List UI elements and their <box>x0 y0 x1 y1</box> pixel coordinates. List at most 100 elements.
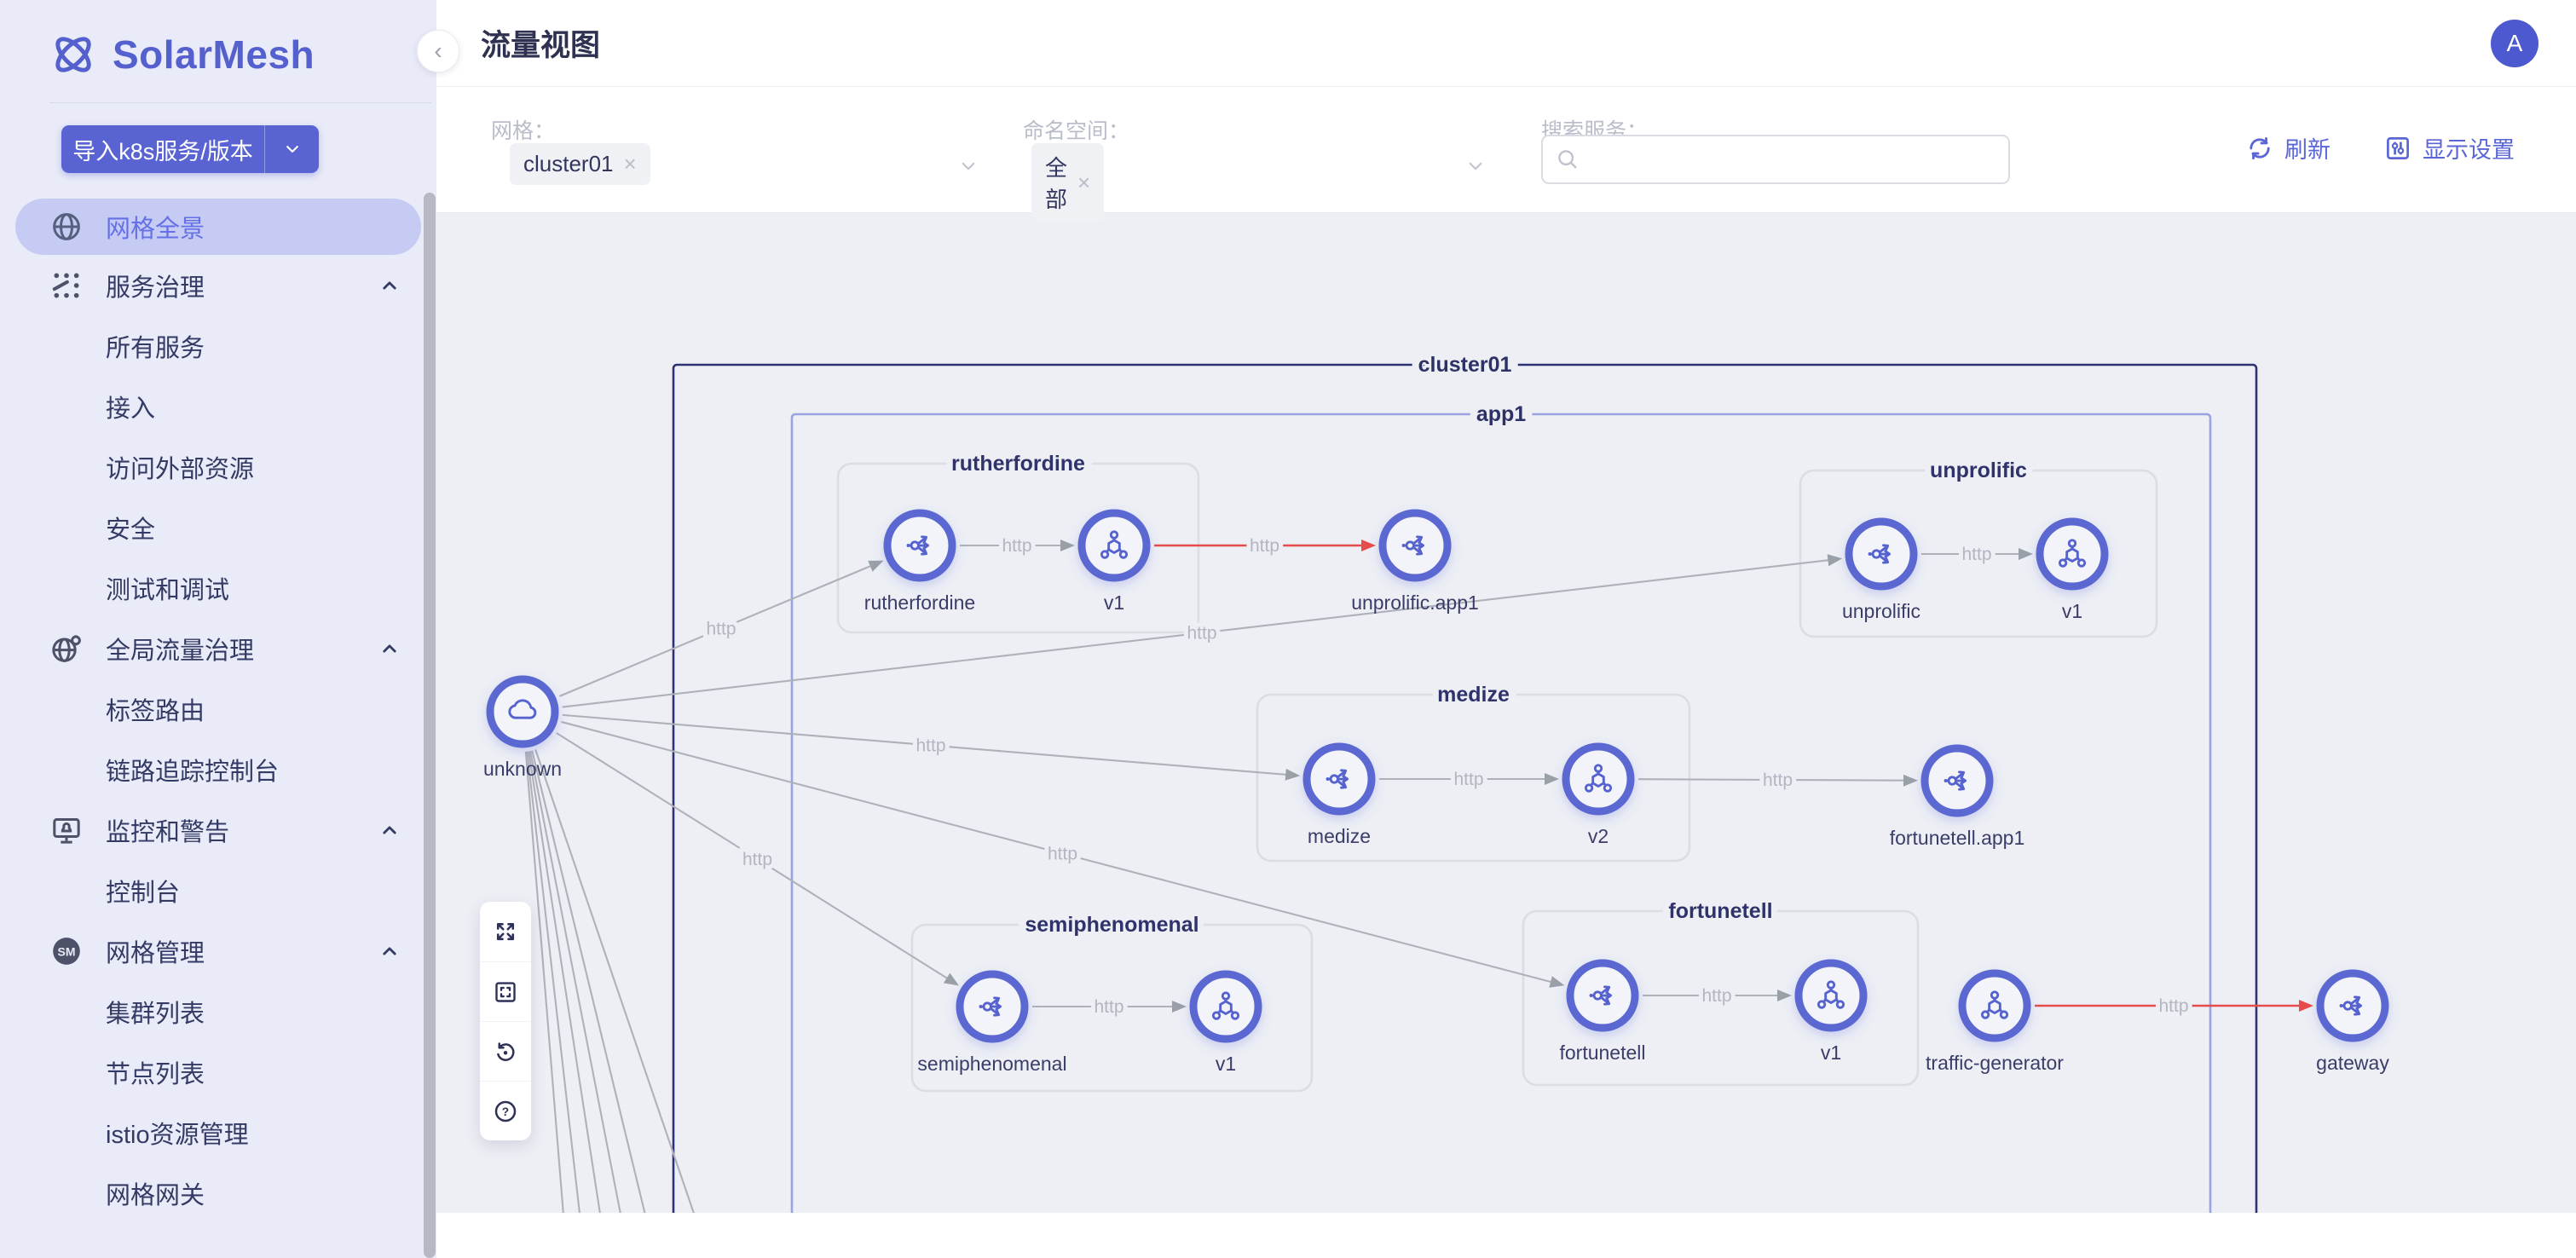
sidebar-item-label: 标签路由 <box>106 691 205 727</box>
sidebar-item-label: 服务治理 <box>106 268 205 303</box>
edge-protocol-label: http <box>1187 624 1216 643</box>
sidebar-item-label: 所有服务 <box>106 328 205 364</box>
globe-icon <box>49 210 84 244</box>
sidebar-item-访问外部资源[interactable]: 访问外部资源 <box>0 436 436 497</box>
sidebar-item-集群列表[interactable]: 集群列表 <box>0 981 436 1042</box>
sidebar-item-监控和警告[interactable]: 监控和警告 <box>0 799 436 860</box>
globe-gear-icon <box>49 632 84 666</box>
reset-view-icon <box>493 1039 518 1065</box>
sidebar-item-网格全景[interactable]: 网格全景 <box>15 199 421 255</box>
mesh-select-chevron-icon[interactable] <box>956 153 981 179</box>
edge-protocol-label: http <box>1048 845 1077 864</box>
sidebar-scrollbar[interactable] <box>424 193 436 1258</box>
graph-node-medize-v2[interactable]: v2 <box>1566 747 1631 847</box>
graph-node-fortunetell[interactable]: fortunetell <box>1559 963 1645 1064</box>
edge <box>527 752 582 1213</box>
mesh-select[interactable]: cluster01 × <box>510 143 650 185</box>
chevron-up-icon[interactable] <box>377 636 402 661</box>
graph-node-fortunetell-v1[interactable]: v1 <box>1799 963 1863 1064</box>
sidebar-item-label: 接入 <box>106 389 155 424</box>
edge-arrowhead <box>944 973 959 986</box>
node-label: v1 <box>1821 1042 1841 1064</box>
node-label: unprolific <box>1842 600 1920 622</box>
edge-arrowhead <box>1903 775 1918 787</box>
reset-view-button[interactable] <box>480 1021 531 1081</box>
namespace-select[interactable]: 全部 × <box>1031 143 1104 222</box>
sidebar-item-label: 链路追踪控制台 <box>106 752 279 788</box>
sidebar-item-istio资源管理[interactable]: istio资源管理 <box>0 1102 436 1163</box>
import-k8s-dropdown[interactable] <box>264 125 319 173</box>
sidebar-collapse-button[interactable]: ‹ <box>417 30 459 72</box>
node-label: v1 <box>2062 600 2082 622</box>
node-label: semiphenomenal <box>917 1053 1066 1075</box>
sidebar-item-label: 测试和调试 <box>106 570 229 606</box>
import-k8s-button-label[interactable]: 导入k8s服务/版本 <box>61 125 264 173</box>
edge-protocol-label: http <box>742 850 772 869</box>
namespace-tag-label: 全部 <box>1045 151 1067 214</box>
edge-protocol-label: http <box>1961 545 1991 564</box>
sidebar-item-控制台[interactable]: 控制台 <box>0 860 436 920</box>
graph-node-medize[interactable]: medize <box>1307 747 1372 847</box>
service-group-label: fortunetell <box>1668 899 1772 923</box>
avatar[interactable]: A <box>2491 20 2538 67</box>
sidebar-menu: 网格全景服务治理所有服务接入访问外部资源安全测试和调试全局流量治理标签路由链路追… <box>0 199 436 1223</box>
fit-view-button[interactable] <box>480 961 531 1021</box>
graph-node-semiphenomenal-v1[interactable]: v1 <box>1193 974 1258 1075</box>
search-box[interactable] <box>1541 135 2010 184</box>
sidebar-item-安全[interactable]: 安全 <box>0 497 436 557</box>
namespace-tag-close-icon[interactable]: × <box>1077 170 1090 196</box>
traffic-graph-canvas[interactable]: cluster01app1 rutherfordineunprolificmed… <box>436 213 2576 1213</box>
edge-protocol-label: http <box>1701 986 1731 1006</box>
namespace-select-chevron-icon[interactable] <box>1463 153 1488 179</box>
node-label: v1 <box>1104 591 1124 614</box>
graph-node-unprolific-v1[interactable]: v1 <box>2040 522 2105 622</box>
graph-node-rutherfordine[interactable]: rutherfordine <box>864 513 975 614</box>
graph-node-fortunetell.app1[interactable]: fortunetell.app1 <box>1890 748 2025 849</box>
help-button[interactable] <box>480 1081 531 1140</box>
sidebar-item-网格管理[interactable]: 网格管理 <box>0 920 436 981</box>
sidebar-item-接入[interactable]: 接入 <box>0 376 436 436</box>
search-input[interactable] <box>1589 136 2008 182</box>
import-k8s-button[interactable]: 导入k8s服务/版本 <box>61 125 319 173</box>
sidebar-item-节点列表[interactable]: 节点列表 <box>0 1042 436 1102</box>
sidebar-item-label: 安全 <box>106 510 155 545</box>
chevron-up-icon[interactable] <box>377 938 402 964</box>
sidebar-item-label: 监控和警告 <box>106 812 229 848</box>
graph-node-unprolific.app1[interactable]: unprolific.app1 <box>1351 513 1479 614</box>
graph-node-unknown[interactable]: unknown <box>483 679 562 780</box>
filter-actions: 刷新 显示设置 <box>2245 131 2515 164</box>
edge-arrowhead <box>1545 773 1559 785</box>
sidebar-item-测试和调试[interactable]: 测试和调试 <box>0 557 436 618</box>
sidebar-item-所有服务[interactable]: 所有服务 <box>0 315 436 376</box>
sidebar-item-标签路由[interactable]: 标签路由 <box>0 678 436 739</box>
display-settings-button[interactable]: 显示设置 <box>2383 131 2515 164</box>
chevron-up-icon[interactable] <box>377 273 402 298</box>
fullscreen-button[interactable] <box>480 902 531 961</box>
edge-protocol-label: http <box>1250 536 1279 556</box>
refresh-button[interactable]: 刷新 <box>2245 131 2331 164</box>
sidebar-item-全局流量治理[interactable]: 全局流量治理 <box>0 618 436 678</box>
graph-node-unprolific[interactable]: unprolific <box>1842 522 1920 622</box>
mesh-filter-label: 网格： <box>491 114 555 145</box>
graph-node-gateway[interactable]: gateway <box>2316 973 2389 1074</box>
graph-node-traffic-generator[interactable]: traffic-generator <box>1926 973 2064 1074</box>
graph-node-semiphenomenal[interactable]: semiphenomenal <box>917 974 1066 1075</box>
traffic-graph[interactable]: cluster01app1 rutherfordineunprolificmed… <box>436 213 2576 1213</box>
sidebar-item-label: 集群列表 <box>106 994 205 1030</box>
display-settings-label: 显示设置 <box>2423 131 2515 164</box>
cluster-label: cluster01 <box>1418 353 1512 377</box>
edge-arrowhead <box>2299 1000 2313 1012</box>
service-group-label: medize <box>1437 683 1510 707</box>
sidebar-item-label: 访问外部资源 <box>106 449 254 485</box>
sidebar-item-服务治理[interactable]: 服务治理 <box>0 255 436 315</box>
chevron-up-icon[interactable] <box>377 817 402 843</box>
monitor-bell-icon <box>49 813 84 847</box>
sidebar-item-链路追踪控制台[interactable]: 链路追踪控制台 <box>0 739 436 799</box>
mesh-tag-close-icon[interactable]: × <box>624 151 637 177</box>
graph-node-rutherfordine-v1[interactable]: v1 <box>1082 513 1146 614</box>
sidebar-item-网格网关[interactable]: 网格网关 <box>0 1163 436 1223</box>
mesh-tag[interactable]: cluster01 × <box>510 143 650 185</box>
namespace-tag[interactable]: 全部 × <box>1031 143 1104 222</box>
sidebar-item-label: 全局流量治理 <box>106 631 254 667</box>
node-label: fortunetell.app1 <box>1890 827 2025 849</box>
